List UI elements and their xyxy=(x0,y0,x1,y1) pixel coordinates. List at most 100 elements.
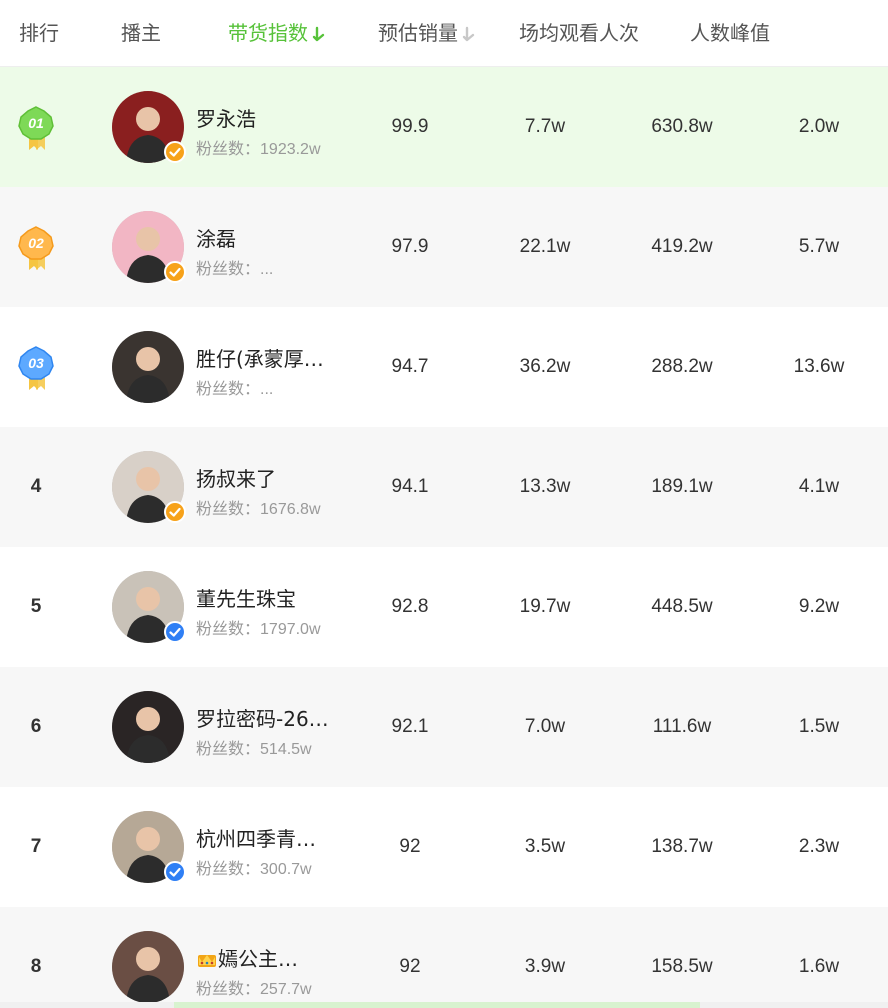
fans-value: 300.7w xyxy=(260,861,312,878)
peak-viewers-value: 2.0w xyxy=(798,116,840,137)
avatar[interactable] xyxy=(112,91,186,163)
fans-label: 粉丝数： xyxy=(196,619,261,638)
table-row[interactable]: 4 扬叔来了 粉丝数：1676.8w 94.1 13.3w 189.1w 4.1w xyxy=(0,427,888,547)
avg-viewers-value: 630.8w xyxy=(651,116,713,137)
verified-badge-icon xyxy=(164,861,186,883)
streamer-name[interactable]: 罗永浩 xyxy=(196,103,256,132)
est-sales-value: 22.1w xyxy=(519,236,571,257)
streamer-name[interactable]: 涂磊 xyxy=(196,223,236,252)
rank-number: 5 xyxy=(30,596,42,617)
table-row[interactable]: 03 胜仔(承蒙厚… 粉丝数：... 94.7 36.2w 288.2w 13.6w xyxy=(0,307,888,427)
streamer-name-text: 涂磊 xyxy=(196,227,236,251)
header-peak-viewers: 人数峰值 xyxy=(690,21,770,45)
rank-medal-number: 01 xyxy=(28,115,44,131)
fans-value: 1923.2w xyxy=(260,141,321,158)
fans-count: 粉丝数：... xyxy=(196,375,273,399)
sales-index-value: 92 xyxy=(399,956,421,977)
header-est-sales-label: 预估销量 xyxy=(378,21,458,45)
sort-desc-icon[interactable] xyxy=(462,25,476,45)
table-row[interactable]: 5 董先生珠宝 粉丝数：1797.0w 92.8 19.7w 448.5w 9.2w xyxy=(0,547,888,667)
streamer-name-text: 扬叔来了 xyxy=(196,467,276,491)
fans-count: 粉丝数：257.7w xyxy=(196,975,312,999)
table-row[interactable]: 8 嫣公主… 粉丝数：257.7w 92 3.9w 158.5w 1.6w xyxy=(0,907,888,1008)
rank-number: 8 xyxy=(30,956,42,977)
avg-viewers-value: 158.5w xyxy=(651,956,713,977)
sales-index-value: 92.1 xyxy=(391,716,429,737)
sort-desc-active-icon[interactable] xyxy=(312,25,326,45)
streamer-name[interactable]: 董先生珠宝 xyxy=(196,583,296,612)
fans-count: 粉丝数：300.7w xyxy=(196,855,312,879)
streamer-name-text: 董先生珠宝 xyxy=(196,587,296,611)
fans-count: 粉丝数：514.5w xyxy=(196,735,312,759)
header-sales-index-label: 带货指数 xyxy=(228,21,308,45)
est-sales-value: 7.7w xyxy=(524,116,566,137)
streamer-name[interactable]: 嫣公主… xyxy=(196,943,298,974)
fans-value: ... xyxy=(260,381,274,398)
avg-viewers-value: 111.6w xyxy=(652,716,712,737)
header-sales-index[interactable]: 带货指数 xyxy=(228,0,326,67)
header-avg-viewers: 场均观看人次 xyxy=(519,21,639,45)
fans-count: 粉丝数：1676.8w xyxy=(196,495,321,519)
peak-viewers-value: 2.3w xyxy=(798,836,840,857)
peak-viewers-value: 1.6w xyxy=(798,956,840,977)
header-streamer: 播主 xyxy=(121,21,161,45)
fans-count: 粉丝数：1797.0w xyxy=(196,615,321,639)
rank-number: 4 xyxy=(30,476,42,497)
avatar[interactable] xyxy=(112,331,184,403)
header-rank: 排行 xyxy=(19,21,59,45)
streamer-name[interactable]: 扬叔来了 xyxy=(196,463,276,492)
table-row[interactable]: 01 罗永浩粉丝数：1923.2w 99.9 7.7w 630.8w 2.0w xyxy=(0,67,888,187)
header-est-sales[interactable]: 预估销量 xyxy=(378,0,476,67)
rank-number: 6 xyxy=(30,716,42,737)
avatar-image xyxy=(112,691,184,763)
peak-viewers-value: 9.2w xyxy=(798,596,840,617)
fans-count: 粉丝数：1923.2w xyxy=(196,135,321,159)
fans-label: 粉丝数： xyxy=(196,259,261,278)
streamer-name-text: 杭州四季青… xyxy=(196,827,316,851)
verified-badge-icon xyxy=(164,261,186,283)
fans-label: 粉丝数： xyxy=(196,499,261,518)
rank-medal-number: 03 xyxy=(28,355,44,371)
streamer-name[interactable]: 杭州四季青… xyxy=(196,823,316,852)
fans-label: 粉丝数： xyxy=(196,859,261,878)
peak-viewers-value: 4.1w xyxy=(798,476,840,497)
horizontal-scrollbar-thumb[interactable] xyxy=(174,1002,700,1008)
avatar[interactable] xyxy=(112,451,186,523)
avatar[interactable] xyxy=(112,571,186,643)
verified-badge-icon xyxy=(164,621,186,643)
sales-index-value: 94.1 xyxy=(391,476,429,497)
fans-value: 257.7w xyxy=(260,981,312,998)
streamer-name-text: 罗永浩 xyxy=(196,107,256,131)
table-row[interactable]: 6 罗拉密码-26… 粉丝数：514.5w 92.1 7.0w 111.6w 1.5w xyxy=(0,667,888,787)
rank-number: 7 xyxy=(30,836,42,857)
fans-label: 粉丝数： xyxy=(196,979,261,998)
table-row[interactable]: 02 涂磊 粉丝数：... 97.9 22.1w 419.2w 5.7w xyxy=(0,187,888,307)
fans-value: 1797.0w xyxy=(260,621,321,638)
avatar[interactable] xyxy=(112,691,184,763)
avatar[interactable] xyxy=(112,931,184,1003)
avatar-image xyxy=(112,331,184,403)
streamer-name-text: 嫣公主… xyxy=(218,947,298,971)
avg-viewers-value: 189.1w xyxy=(651,476,713,497)
verified-badge-icon xyxy=(164,501,186,523)
avatar[interactable] xyxy=(112,811,186,883)
sales-index-value: 92.8 xyxy=(391,596,429,617)
streamer-name[interactable]: 胜仔(承蒙厚… xyxy=(196,343,324,372)
fans-value: 1676.8w xyxy=(260,501,321,518)
streamer-name[interactable]: 罗拉密码-26… xyxy=(196,703,329,732)
est-sales-value: 3.5w xyxy=(524,836,566,857)
sales-index-value: 97.9 xyxy=(391,236,429,257)
avatar[interactable] xyxy=(112,211,186,283)
peak-viewers-value: 1.5w xyxy=(798,716,840,737)
peak-viewers-value: 5.7w xyxy=(798,236,840,257)
avatar-image xyxy=(112,931,184,1003)
fans-label: 粉丝数： xyxy=(196,739,261,758)
verified-badge-icon xyxy=(164,141,186,163)
sales-index-value: 99.9 xyxy=(391,116,429,137)
sales-index-value: 92 xyxy=(399,836,421,857)
table-row[interactable]: 7 杭州四季青… 粉丝数：300.7w 92 3.5w 138.7w 2.3w xyxy=(0,787,888,907)
fans-value: ... xyxy=(260,261,274,278)
rank-medal-number: 02 xyxy=(28,235,44,251)
table-header: 排行 播主 带货指数 预估销量 场均观看人次 人数峰值 xyxy=(0,0,888,67)
avg-viewers-value: 138.7w xyxy=(651,836,713,857)
